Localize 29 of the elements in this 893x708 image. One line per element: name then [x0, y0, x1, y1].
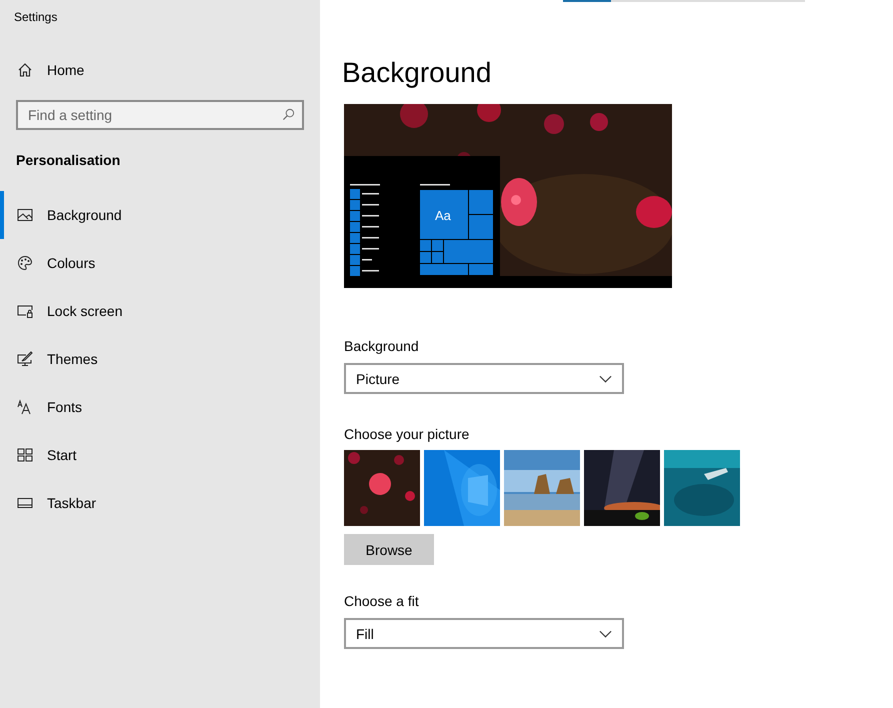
- image-icon: [17, 207, 33, 223]
- tile-label: Aa: [435, 208, 451, 223]
- section-heading: Personalisation: [16, 152, 120, 168]
- sidebar-item[interactable]: Colours: [0, 239, 320, 287]
- home-link[interactable]: Home: [47, 62, 84, 78]
- chevron-down-icon: [599, 630, 612, 638]
- tiles-icon: [17, 447, 33, 463]
- screen-lock-icon: [17, 303, 33, 319]
- search-field[interactable]: Find a setting: [16, 100, 304, 130]
- field-label: Background: [344, 338, 419, 354]
- field-label: Choose a fit: [344, 593, 419, 609]
- palette-icon: [17, 255, 33, 271]
- page-title: Background: [342, 56, 492, 90]
- background-dropdown[interactable]: Picture: [344, 363, 624, 394]
- sidebar-item[interactable]: Taskbar: [0, 479, 320, 527]
- sidebar-item[interactable]: Fonts: [0, 383, 320, 431]
- fit-dropdown[interactable]: Fill: [344, 618, 624, 649]
- home-icon: [17, 62, 33, 78]
- sidebar-item[interactable]: Lock screen: [0, 287, 320, 335]
- field-label: Choose your picture: [344, 426, 470, 442]
- monitor-brush-icon: [17, 351, 33, 367]
- search-icon: [282, 108, 295, 121]
- browse-button[interactable]: Browse: [344, 534, 434, 565]
- chevron-down-icon: [599, 374, 612, 382]
- window-title: Settings: [14, 10, 58, 24]
- fonts-icon: [17, 399, 33, 415]
- taskbar-icon: [17, 495, 33, 511]
- sidebar-item[interactable]: Start: [0, 431, 320, 479]
- sidebar-item[interactable]: Themes: [0, 335, 320, 383]
